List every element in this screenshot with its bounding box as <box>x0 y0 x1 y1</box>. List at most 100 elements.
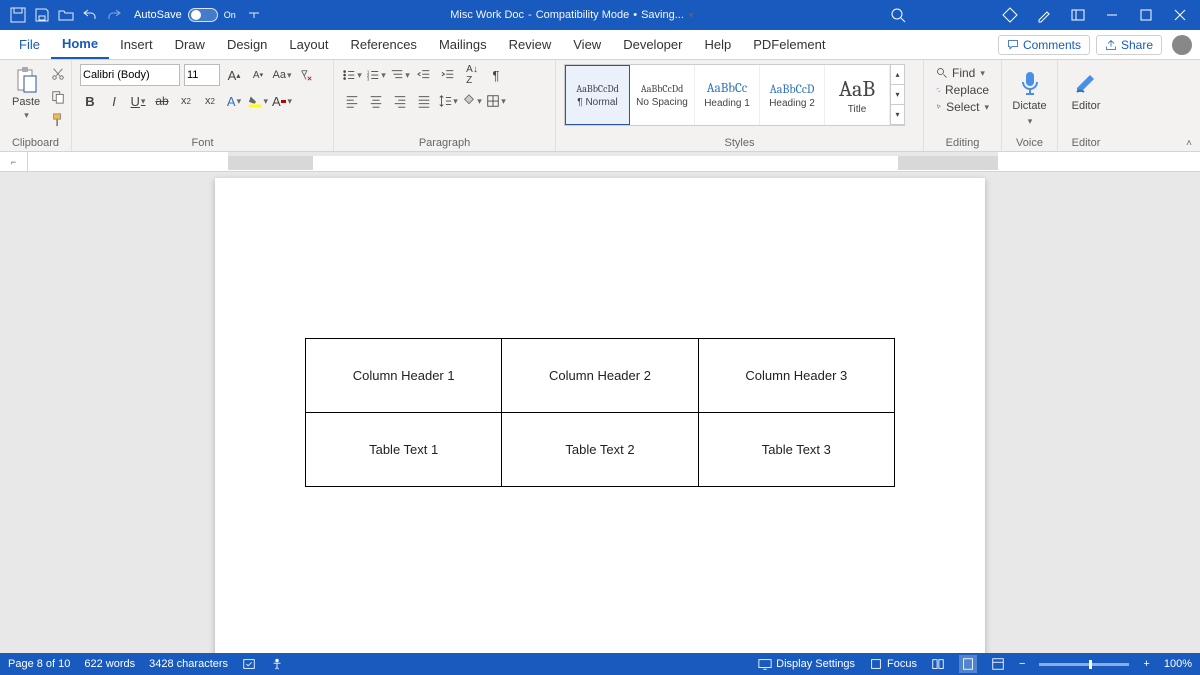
align-center-icon[interactable] <box>366 91 386 111</box>
ruler[interactable]: ⌐ <box>0 152 1200 172</box>
change-case-icon[interactable]: Aa▾ <box>272 65 292 85</box>
tab-pdfelement[interactable]: PDFelement <box>742 31 836 59</box>
align-left-icon[interactable] <box>342 91 362 111</box>
table-cell[interactable]: Table Text 2 <box>502 413 698 487</box>
accessibility-icon[interactable] <box>270 657 284 671</box>
numbering-icon[interactable]: 123▾ <box>366 65 386 85</box>
collapse-ribbon-icon[interactable]: ˄ <box>1186 138 1192 149</box>
user-avatar-icon[interactable] <box>1172 35 1192 55</box>
find-button[interactable]: Find▾ <box>936 66 989 80</box>
zoom-in-icon[interactable]: + <box>1143 658 1149 670</box>
cut-icon[interactable] <box>48 64 68 84</box>
format-painter-icon[interactable] <box>48 110 68 130</box>
web-layout-icon[interactable] <box>991 657 1005 671</box>
zoom-slider[interactable] <box>1039 663 1129 666</box>
tab-file[interactable]: File <box>8 31 51 59</box>
decrease-indent-icon[interactable] <box>414 65 434 85</box>
diamond-icon[interactable] <box>1002 7 1018 23</box>
tab-layout[interactable]: Layout <box>278 31 339 59</box>
pen-icon[interactable] <box>1036 7 1052 23</box>
bold-icon[interactable]: B <box>80 91 100 111</box>
zoom-level[interactable]: 100% <box>1164 658 1192 670</box>
underline-icon[interactable]: U▾ <box>128 91 148 111</box>
style-heading1[interactable]: AaBbCcHeading 1 <box>695 65 760 125</box>
comments-button[interactable]: Comments <box>998 35 1090 55</box>
replace-button[interactable]: Replace <box>936 83 989 97</box>
document-table[interactable]: Column Header 1 Column Header 2 Column H… <box>305 338 895 487</box>
style-normal[interactable]: AaBbCcDd¶ Normal <box>565 65 630 125</box>
tab-references[interactable]: References <box>339 31 427 59</box>
table-header-cell[interactable]: Column Header 1 <box>306 339 502 413</box>
strikethrough-icon[interactable]: ab <box>152 91 172 111</box>
copy-icon[interactable] <box>48 87 68 107</box>
word-count[interactable]: 622 words <box>84 658 135 670</box>
maximize-icon[interactable] <box>1138 7 1154 23</box>
toggle-switch[interactable] <box>188 8 218 22</box>
bullets-icon[interactable]: ▾ <box>342 65 362 85</box>
table-row[interactable]: Table Text 1 Table Text 2 Table Text 3 <box>306 413 895 487</box>
paste-button[interactable]: Paste ▾ <box>8 64 44 123</box>
title-dropdown-icon[interactable]: ▾ <box>689 10 694 21</box>
font-color-icon[interactable]: A▾ <box>272 91 292 111</box>
justify-icon[interactable] <box>414 91 434 111</box>
sort-icon[interactable]: A↓Z <box>462 65 482 85</box>
open-icon[interactable] <box>58 7 74 23</box>
ribbon-display-icon[interactable] <box>1070 7 1086 23</box>
align-right-icon[interactable] <box>390 91 410 111</box>
minimize-icon[interactable] <box>1104 7 1120 23</box>
zoom-out-icon[interactable]: − <box>1019 658 1025 670</box>
char-count[interactable]: 3428 characters <box>149 658 228 670</box>
undo-icon[interactable] <box>82 7 98 23</box>
focus-button[interactable]: Focus <box>869 657 917 671</box>
qat-more-icon[interactable] <box>246 7 262 23</box>
table-row[interactable]: Column Header 1 Column Header 2 Column H… <box>306 339 895 413</box>
style-title[interactable]: AaBTitle <box>825 65 890 125</box>
scroll-down-icon[interactable]: ▾ <box>891 85 904 105</box>
shrink-font-icon[interactable]: A▾ <box>248 65 268 85</box>
tab-review[interactable]: Review <box>498 31 563 59</box>
subscript-icon[interactable]: x2 <box>176 91 196 111</box>
tab-developer[interactable]: Developer <box>612 31 693 59</box>
tab-view[interactable]: View <box>562 31 612 59</box>
dictate-button[interactable]: Dictate ▾ <box>1010 64 1049 131</box>
font-size-combo[interactable] <box>184 64 220 86</box>
tab-selector[interactable]: ⌐ <box>0 152 28 171</box>
select-button[interactable]: Select▾ <box>936 100 989 114</box>
highlight-icon[interactable]: ▾ <box>248 91 268 111</box>
autosave-icon[interactable] <box>10 7 26 23</box>
shading-icon[interactable]: ▾ <box>462 91 482 111</box>
table-header-cell[interactable]: Column Header 3 <box>698 339 894 413</box>
style-heading2[interactable]: AaBbCcDHeading 2 <box>760 65 825 125</box>
table-header-cell[interactable]: Column Header 2 <box>502 339 698 413</box>
page[interactable]: Column Header 1 Column Header 2 Column H… <box>215 178 985 653</box>
increase-indent-icon[interactable] <box>438 65 458 85</box>
table-cell[interactable]: Table Text 3 <box>698 413 894 487</box>
multilevel-icon[interactable]: ▾ <box>390 65 410 85</box>
clear-format-icon[interactable] <box>296 65 316 85</box>
borders-icon[interactable]: ▾ <box>486 91 506 111</box>
text-effects-icon[interactable]: A▾ <box>224 91 244 111</box>
grow-font-icon[interactable]: A▴ <box>224 65 244 85</box>
document-area[interactable]: Column Header 1 Column Header 2 Column H… <box>0 172 1200 653</box>
italic-icon[interactable]: I <box>104 91 124 111</box>
tab-help[interactable]: Help <box>693 31 742 59</box>
superscript-icon[interactable]: x2 <box>200 91 220 111</box>
line-spacing-icon[interactable]: ▾ <box>438 91 458 111</box>
style-nospacing[interactable]: AaBbCcDdNo Spacing <box>630 65 695 125</box>
show-marks-icon[interactable]: ¶ <box>486 65 506 85</box>
autosave-toggle[interactable]: AutoSave On <box>134 8 236 22</box>
spellcheck-icon[interactable] <box>242 657 256 671</box>
gallery-more-icon[interactable]: ▾ <box>891 105 904 125</box>
share-button[interactable]: Share <box>1096 35 1162 55</box>
editor-button[interactable]: Editor <box>1066 64 1106 116</box>
table-cell[interactable]: Table Text 1 <box>306 413 502 487</box>
tab-mailings[interactable]: Mailings <box>428 31 498 59</box>
close-icon[interactable] <box>1172 7 1188 23</box>
print-layout-icon[interactable] <box>959 655 977 673</box>
read-mode-icon[interactable] <box>931 657 945 671</box>
style-gallery-scroll[interactable]: ▴▾▾ <box>890 65 904 125</box>
page-indicator[interactable]: Page 8 of 10 <box>8 658 70 670</box>
tab-draw[interactable]: Draw <box>164 31 216 59</box>
tab-design[interactable]: Design <box>216 31 278 59</box>
style-gallery[interactable]: AaBbCcDd¶ Normal AaBbCcDdNo Spacing AaBb… <box>564 64 905 126</box>
